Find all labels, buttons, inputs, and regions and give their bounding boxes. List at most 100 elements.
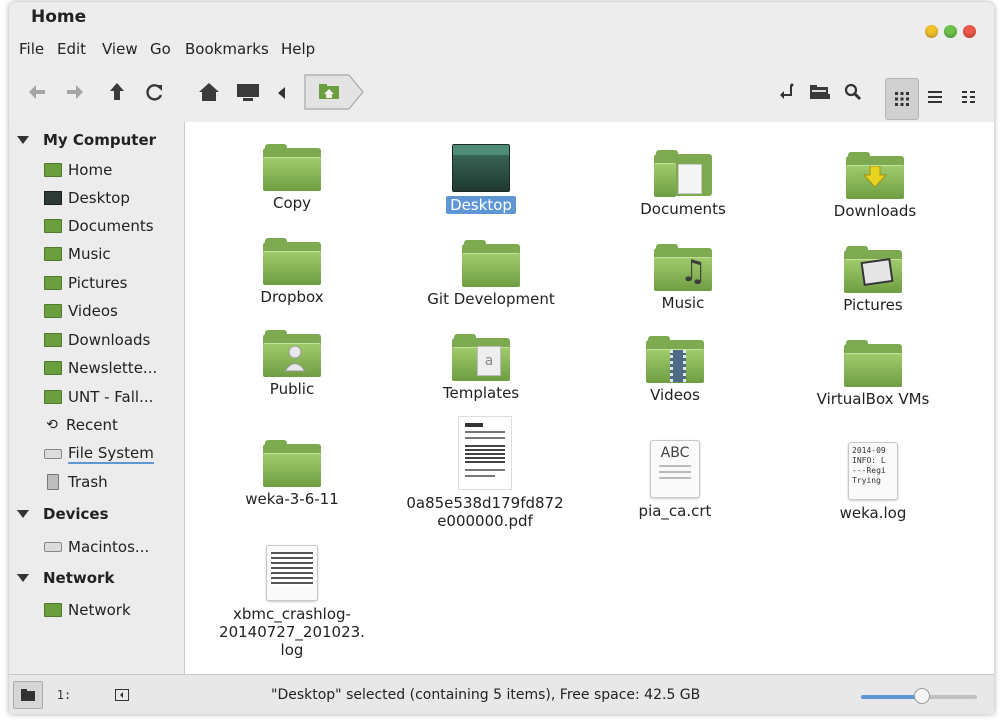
computer-icon[interactable]	[234, 80, 262, 104]
menu-go[interactable]: Go	[150, 40, 171, 58]
file-manager-window: Home File Edit View Go Bookmarks Help My…	[9, 2, 994, 714]
folder-icon	[44, 304, 62, 318]
file-item-weka[interactable]: weka-3-6-11	[212, 440, 372, 508]
forward-arrow-icon[interactable]	[63, 80, 87, 104]
file-item-xbmc-crashlog[interactable]: xbmc_crashlog- 20140727_201023. log	[212, 545, 372, 659]
sidebar-item-trash[interactable]: Trash	[44, 471, 108, 493]
sidebar-item-network[interactable]: Network	[44, 599, 131, 621]
sidebar-item-recent[interactable]: ⟲ Recent	[44, 414, 118, 436]
file-item-dropbox[interactable]: Dropbox	[212, 238, 372, 306]
documents-folder-icon	[654, 150, 712, 197]
toolbar	[9, 62, 994, 123]
sidebar: My Computer Home Desktop Documents Music…	[9, 122, 185, 674]
file-item-public[interactable]: Public	[212, 330, 372, 398]
recent-icon: ⟲	[46, 417, 58, 433]
text-file-icon: ABC	[650, 440, 700, 498]
window-title: Home	[31, 7, 87, 27]
drive-icon	[44, 449, 62, 459]
menu-bar: File Edit View Go Bookmarks Help	[9, 36, 994, 62]
menu-edit[interactable]: Edit	[57, 40, 86, 58]
menu-file[interactable]: File	[19, 40, 44, 58]
sidebar-item-macintosh[interactable]: Macintos...	[44, 536, 149, 558]
icon-view-button[interactable]	[885, 78, 919, 120]
zoom-slider-thumb[interactable]	[914, 688, 931, 704]
list-view-icon[interactable]	[926, 88, 944, 106]
desktop-icon	[44, 191, 62, 205]
music-folder-icon: ♫	[654, 244, 712, 291]
file-item-git-development[interactable]: Git Development	[411, 240, 571, 308]
hide-sidebar-icon	[115, 689, 129, 701]
log-file-icon	[266, 545, 318, 601]
new-folder-icon[interactable]	[807, 80, 833, 104]
expand-icon[interactable]	[17, 574, 29, 582]
back-arrow-icon[interactable]	[25, 80, 49, 104]
search-icon[interactable]	[841, 80, 865, 104]
places-icon	[21, 689, 35, 701]
icon-view-icon	[895, 92, 909, 106]
pictures-folder-icon	[844, 246, 902, 293]
hide-sidebar-button[interactable]	[107, 681, 137, 709]
open-terminal-icon[interactable]	[774, 80, 798, 104]
file-item-documents[interactable]: Documents	[603, 150, 763, 218]
file-item-desktop[interactable]: Desktop	[401, 144, 561, 214]
reload-icon[interactable]	[143, 80, 167, 104]
menu-bookmarks[interactable]: Bookmarks	[185, 40, 269, 58]
compact-view-icon[interactable]	[960, 88, 978, 106]
treeview-icon: 1:	[56, 688, 72, 702]
file-item-pdf[interactable]: 0a85e538d179fd872 e000000.pdf	[405, 416, 565, 530]
templates-folder-icon: a	[452, 334, 510, 381]
sidebar-item-pictures[interactable]: Pictures	[44, 272, 127, 294]
folder-icon	[263, 440, 321, 487]
sidebar-section-devices[interactable]: Devices	[9, 503, 109, 525]
sidebar-item-downloads[interactable]: Downloads	[44, 329, 150, 351]
folder-icon	[44, 276, 62, 290]
pdf-thumbnail-icon	[458, 416, 512, 490]
home-icon[interactable]	[197, 80, 221, 104]
file-item-crt[interactable]: ABC pia_ca.crt	[595, 440, 755, 520]
sidebar-item-unt-fall[interactable]: UNT - Fall...	[44, 386, 153, 408]
sidebar-section-network[interactable]: Network	[9, 567, 114, 589]
sidebar-item-file-system[interactable]: File System	[44, 443, 154, 465]
expand-icon[interactable]	[17, 136, 29, 144]
folder-icon	[263, 144, 321, 191]
treeview-button[interactable]: 1:	[49, 681, 79, 709]
home-folder-icon	[44, 163, 62, 177]
file-item-virtualbox-vms[interactable]: VirtualBox VMs	[793, 340, 953, 408]
up-arrow-icon[interactable]	[105, 80, 129, 104]
file-item-weka-log[interactable]: 2014-09 INFO: L ---Regi Trying weka.log	[793, 442, 953, 522]
places-button[interactable]	[13, 681, 43, 709]
public-folder-icon	[263, 330, 321, 377]
expand-icon[interactable]	[17, 510, 29, 518]
file-item-videos[interactable]: Videos	[595, 336, 755, 404]
sidebar-item-documents[interactable]: Documents	[44, 215, 154, 237]
drive-icon	[44, 542, 62, 552]
folder-icon	[44, 361, 62, 375]
folder-icon	[44, 219, 62, 233]
menu-view[interactable]: View	[102, 40, 138, 58]
file-item-templates[interactable]: a Templates	[401, 334, 561, 402]
file-item-downloads[interactable]: Downloads	[795, 152, 955, 220]
file-item-pictures[interactable]: Pictures	[793, 246, 953, 314]
menu-help[interactable]: Help	[281, 40, 315, 58]
folder-icon	[844, 340, 902, 387]
status-bar: 1: "Desktop" selected (containing 5 item…	[9, 674, 994, 714]
folder-icon	[44, 333, 62, 347]
file-item-music[interactable]: ♫ Music	[603, 244, 763, 312]
title-bar[interactable]: Home	[9, 2, 994, 38]
zoom-slider[interactable]	[861, 688, 977, 704]
breadcrumb-left-icon[interactable]	[275, 84, 289, 102]
breadcrumb-home[interactable]	[303, 74, 365, 110]
desktop-icon	[452, 144, 510, 192]
sidebar-item-newsletter[interactable]: Newslette...	[44, 357, 157, 379]
videos-folder-icon	[646, 336, 704, 383]
sidebar-item-videos[interactable]: Videos	[44, 300, 118, 322]
file-view[interactable]: Copy Desktop Documents Downloads Dropbox…	[185, 122, 994, 674]
file-item-copy[interactable]: Copy	[212, 144, 372, 212]
sidebar-item-music[interactable]: Music	[44, 243, 111, 265]
sidebar-item-desktop[interactable]: Desktop	[44, 187, 130, 209]
sidebar-item-home[interactable]: Home	[44, 159, 112, 181]
folder-icon	[44, 390, 62, 404]
sidebar-section-my-computer[interactable]: My Computer	[9, 129, 156, 151]
selected-file-label: Desktop	[446, 196, 516, 214]
downloads-folder-icon	[846, 152, 904, 199]
